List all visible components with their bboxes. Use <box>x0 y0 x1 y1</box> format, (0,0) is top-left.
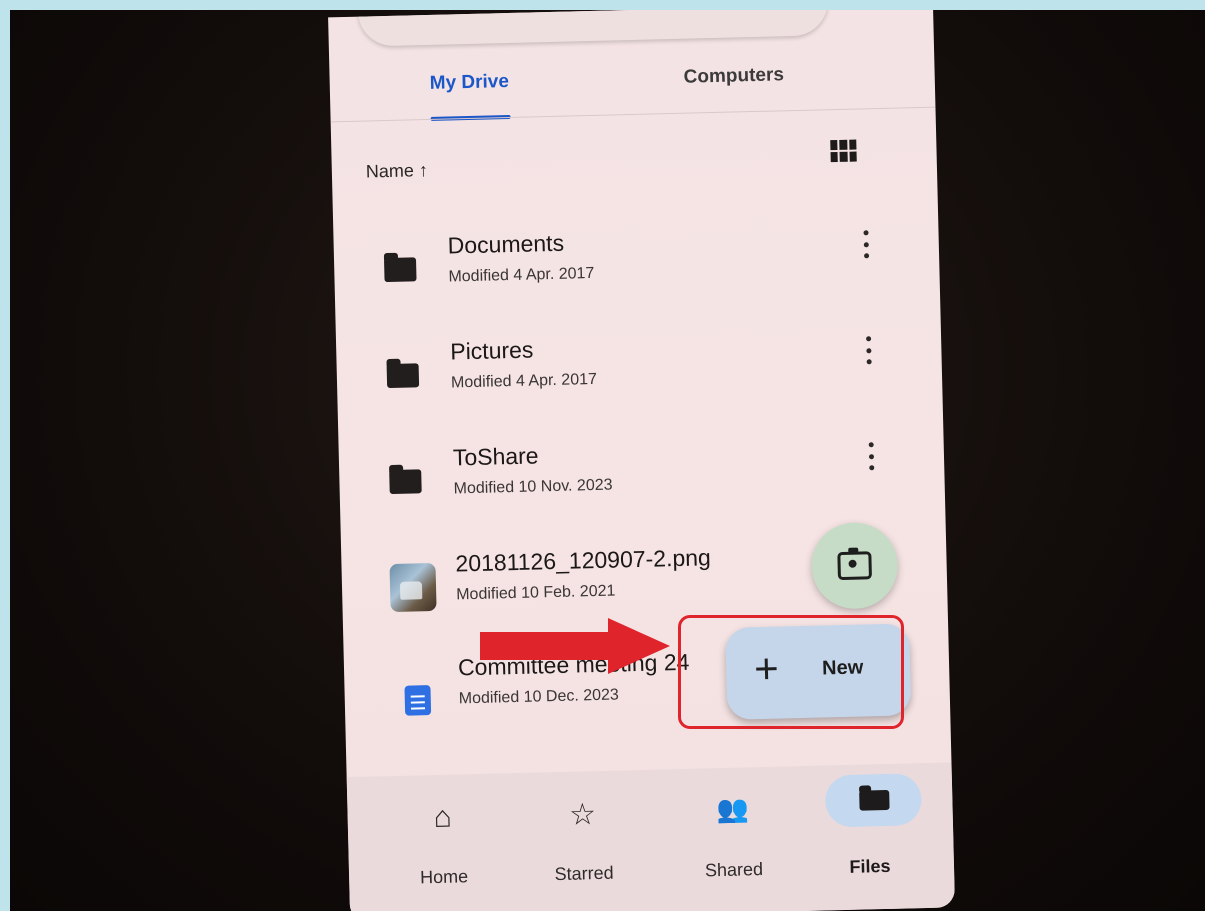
nav-files[interactable]: Files <box>813 763 926 906</box>
file-meta: Modified 4 Apr. 2017 <box>450 370 598 392</box>
list-item[interactable]: Pictures Modified 4 Apr. 2017 <box>376 328 898 421</box>
camera-icon <box>837 551 872 581</box>
file-name: ToShare <box>452 442 539 471</box>
more-options-icon[interactable] <box>866 336 873 365</box>
nav-starred[interactable]: ☆ Starred <box>527 770 640 911</box>
nav-label: Home <box>419 866 469 888</box>
folder-icon <box>383 257 417 283</box>
file-name: 20181126_120907-2.png <box>455 544 712 577</box>
tab-computers[interactable]: Computers <box>683 64 784 88</box>
file-meta: Modified 10 Feb. 2021 <box>456 582 616 604</box>
list-item[interactable]: ToShare Modified 10 Nov. 2023 <box>379 434 901 527</box>
nav-home[interactable]: ⌂ Home <box>387 773 500 911</box>
people-icon: 👥 <box>715 793 750 825</box>
more-options-icon[interactable] <box>868 442 876 471</box>
folder-icon <box>389 469 422 495</box>
nav-shared[interactable]: 👥 Shared <box>677 766 790 909</box>
search-bar[interactable] <box>357 10 829 47</box>
annotation-highlight-box <box>678 615 904 729</box>
file-name: Documents <box>447 229 565 259</box>
star-icon: ☆ <box>568 798 597 832</box>
file-meta: Modified 10 Dec. 2023 <box>458 686 620 708</box>
nav-label: Starred <box>554 862 614 885</box>
file-meta: Modified 10 Nov. 2023 <box>453 476 613 498</box>
phone-screen: My Drive Computers Name ↑ Documents Modi… <box>328 10 956 911</box>
nav-label: Shared <box>704 859 764 881</box>
home-icon: ⌂ <box>433 800 453 835</box>
sort-button[interactable]: Name ↑ <box>366 160 429 183</box>
file-name: Pictures <box>449 336 534 365</box>
image-thumbnail <box>389 562 437 613</box>
list-item[interactable]: Documents Modified 4 Apr. 2017 <box>373 222 895 315</box>
file-meta: Modified 4 Apr. 2017 <box>448 264 595 286</box>
grid-view-icon[interactable] <box>830 139 857 163</box>
more-options-icon[interactable] <box>863 230 870 259</box>
nav-label: Files <box>849 855 891 877</box>
folder-icon <box>386 363 420 389</box>
tab-my-drive[interactable]: My Drive <box>429 71 509 95</box>
bottom-navigation: ⌂ Home ☆ Starred 👥 Shared Files <box>346 762 956 911</box>
document-icon <box>404 685 432 716</box>
folder-icon <box>859 789 890 811</box>
annotation-arrow <box>480 618 670 674</box>
photo-background: My Drive Computers Name ↑ Documents Modi… <box>10 10 1205 911</box>
